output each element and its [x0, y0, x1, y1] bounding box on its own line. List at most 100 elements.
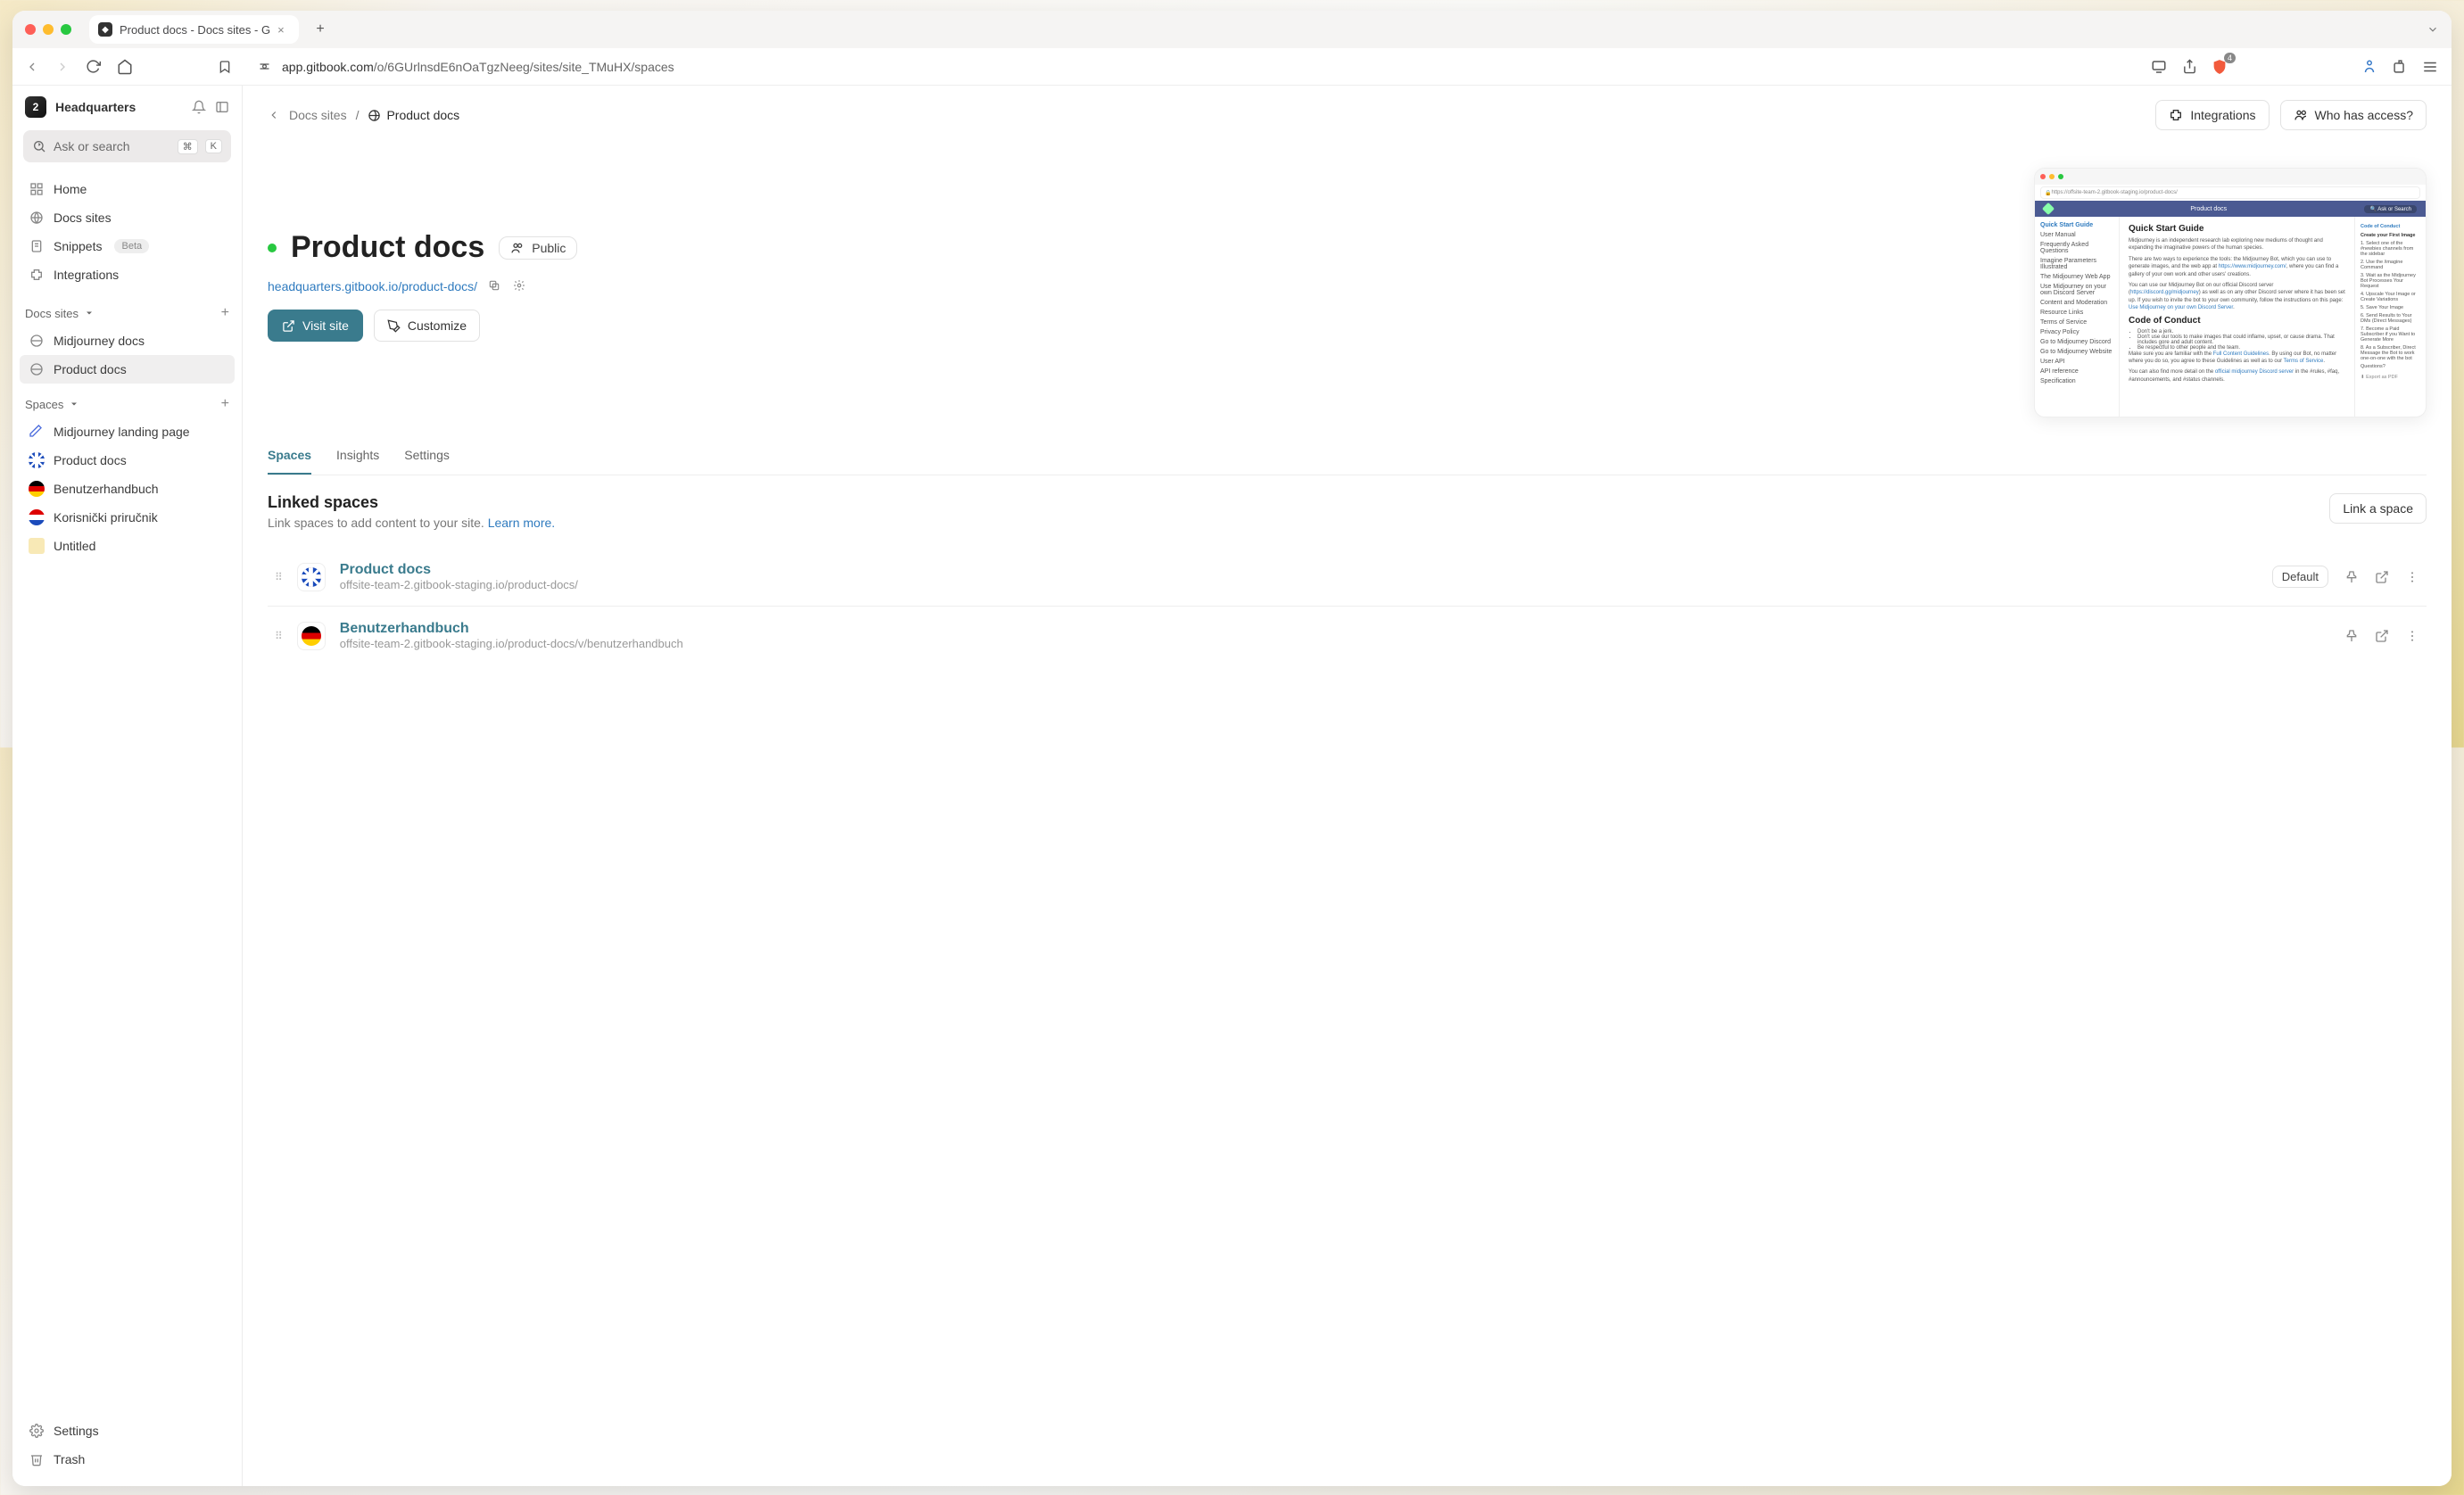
doc-icon [29, 538, 45, 554]
linked-space-row: ⠿ Benutzerhandbuch offsite-team-2.gitboo… [268, 607, 2427, 665]
nav-label: Snippets [54, 239, 102, 253]
add-docs-site-button[interactable]: + [221, 305, 229, 321]
access-button[interactable]: Who has access? [2280, 100, 2427, 130]
nav-snippets[interactable]: Snippets Beta [20, 232, 235, 260]
device-icon[interactable] [2150, 58, 2168, 76]
extensions-icon[interactable] [2391, 58, 2409, 76]
visibility-pill[interactable]: Public [499, 236, 577, 260]
item-label: Untitled [54, 539, 95, 553]
open-icon[interactable] [2375, 629, 2389, 643]
search-input[interactable]: Ask or search ⌘ K [23, 130, 231, 162]
drag-handle-icon[interactable]: ⠿ [275, 630, 283, 642]
section-toggle[interactable]: Spaces [25, 398, 79, 411]
pencil-icon [29, 424, 45, 440]
browser-window: ◆ Product docs - Docs sites - G × + app.… [12, 11, 2452, 1486]
item-label: Product docs [54, 453, 127, 467]
doc-globe-icon [29, 361, 45, 377]
nav-docs-sites[interactable]: Docs sites [20, 203, 235, 232]
breadcrumb: Docs sites / Product docs [268, 108, 459, 122]
space-name[interactable]: Product docs [340, 562, 2258, 578]
workspace-title[interactable]: Headquarters [55, 100, 183, 114]
link-space-button[interactable]: Link a space [2329, 493, 2427, 524]
item-label: Korisnički priručnik [54, 510, 158, 524]
globe-icon [368, 109, 381, 122]
nav-integrations[interactable]: Integrations [20, 260, 235, 289]
section-toggle[interactable]: Docs sites [25, 307, 95, 320]
nav-label: Docs sites [54, 211, 112, 225]
workspace-logo-icon: 2 [25, 96, 46, 118]
search-icon [32, 139, 46, 153]
tab-settings[interactable]: Settings [404, 448, 450, 475]
home-button[interactable] [116, 58, 134, 76]
browser-tab[interactable]: ◆ Product docs - Docs sites - G × [89, 15, 299, 44]
menu-icon[interactable] [2421, 58, 2439, 76]
shield-icon[interactable]: 4 [2211, 58, 2228, 76]
traffic-lights [25, 24, 71, 35]
gear-icon[interactable] [513, 279, 527, 293]
flag-hr-icon [29, 509, 45, 525]
docs-item-product[interactable]: Product docs [20, 355, 235, 384]
item-label: Benutzerhandbuch [54, 482, 159, 496]
share-icon[interactable] [2180, 58, 2198, 76]
space-item-landing[interactable]: Midjourney landing page [20, 417, 235, 446]
site-preview: 🔒 https://offsite-team-2.gitbook-staging… [2034, 168, 2427, 417]
favicon-icon: ◆ [98, 22, 112, 37]
integrations-button[interactable]: Integrations [2155, 100, 2269, 130]
sidebar-header: 2 Headquarters [12, 86, 242, 127]
bookmark-icon[interactable] [216, 58, 234, 76]
new-tab-button[interactable]: + [310, 19, 331, 40]
visit-site-button[interactable]: Visit site [268, 310, 363, 342]
flag-de-icon [302, 626, 321, 646]
chevron-left-icon[interactable] [268, 109, 280, 121]
home-grid-icon [29, 181, 45, 197]
docs-item-midjourney[interactable]: Midjourney docs [20, 326, 235, 355]
space-item-untitled[interactable]: Untitled [20, 532, 235, 560]
back-button[interactable] [25, 60, 39, 74]
sidebar: 2 Headquarters Ask or search ⌘ K Home [12, 86, 243, 1486]
site-url[interactable]: headquarters.gitbook.io/product-docs/ [268, 279, 477, 293]
crumb-parent[interactable]: Docs sites [289, 108, 347, 122]
nav-home[interactable]: Home [20, 175, 235, 203]
learn-more-link[interactable]: Learn more. [488, 516, 555, 530]
space-item-product-docs[interactable]: Product docs [20, 446, 235, 475]
notifications-icon[interactable] [192, 100, 206, 114]
site-settings-icon[interactable] [255, 58, 273, 76]
url-text: app.gitbook.com/o/6GUrlnsdE6nOaTgzNeeg/s… [282, 60, 674, 74]
space-item-benutzer[interactable]: Benutzerhandbuch [20, 475, 235, 503]
tabs-menu-icon[interactable] [2427, 23, 2439, 36]
pin-icon[interactable] [2344, 629, 2359, 643]
main-panel: Docs sites / Product docs Integrations W… [243, 86, 2452, 1486]
default-badge: Default [2272, 566, 2328, 588]
more-icon[interactable] [2405, 570, 2419, 584]
reader-icon[interactable] [2361, 58, 2378, 76]
tab-insights[interactable]: Insights [336, 448, 379, 475]
sidebar-settings[interactable]: Settings [20, 1417, 235, 1445]
pin-icon[interactable] [2344, 570, 2359, 584]
tab-title: Product docs - Docs sites - G [120, 23, 270, 37]
space-flag [297, 563, 326, 591]
section-spaces: Spaces + [12, 384, 242, 417]
item-label: Midjourney docs [54, 334, 145, 348]
reload-button[interactable] [84, 58, 102, 76]
open-icon[interactable] [2375, 570, 2389, 584]
space-item-korisnicki[interactable]: Korisnički priručnik [20, 503, 235, 532]
minimize-window-icon[interactable] [43, 24, 54, 35]
maximize-window-icon[interactable] [61, 24, 71, 35]
close-tab-icon[interactable]: × [277, 23, 290, 37]
collapse-sidebar-icon[interactable] [215, 100, 229, 114]
tab-spaces[interactable]: Spaces [268, 448, 311, 475]
section-docs-sites: Docs sites + [12, 293, 242, 326]
copy-icon[interactable] [488, 279, 502, 293]
external-link-icon [282, 319, 295, 333]
browser-toolbar: app.gitbook.com/o/6GUrlnsdE6nOaTgzNeeg/s… [12, 48, 2452, 86]
add-space-button[interactable]: + [221, 396, 229, 412]
close-window-icon[interactable] [25, 24, 36, 35]
sidebar-trash[interactable]: Trash [20, 1445, 235, 1474]
more-icon[interactable] [2405, 629, 2419, 643]
address-bar[interactable]: app.gitbook.com/o/6GUrlnsdE6nOaTgzNeeg/s… [248, 58, 2136, 76]
title-bar: ◆ Product docs - Docs sites - G × + [12, 11, 2452, 48]
customize-button[interactable]: Customize [374, 310, 480, 342]
drag-handle-icon[interactable]: ⠿ [275, 571, 283, 583]
space-name[interactable]: Benutzerhandbuch [340, 621, 2330, 637]
forward-button[interactable] [55, 60, 70, 74]
